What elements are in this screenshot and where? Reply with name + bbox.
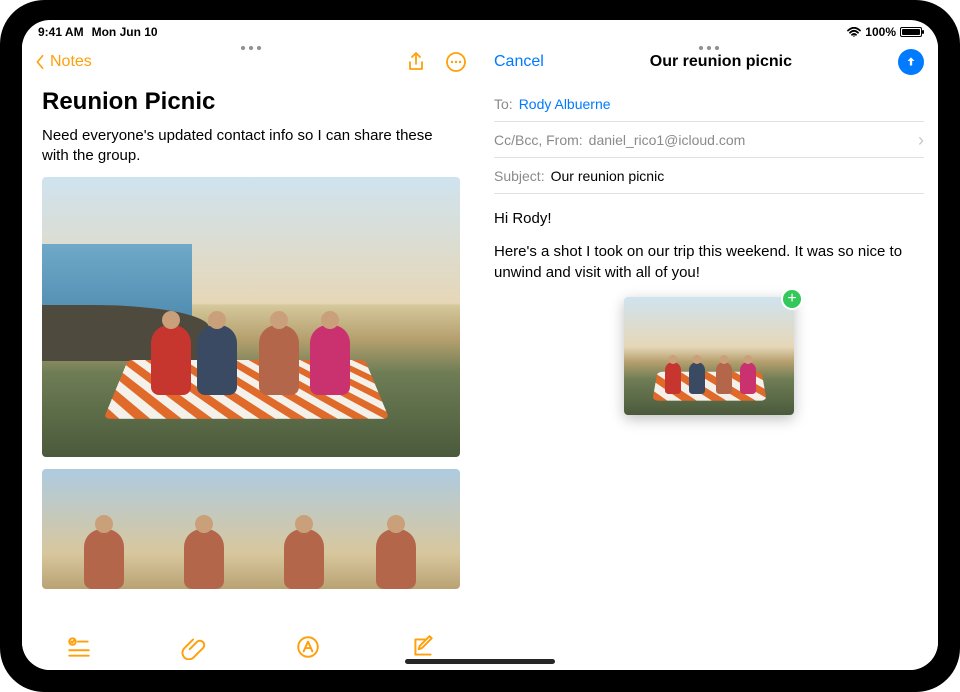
ipad-frame: 9:41 AM Mon Jun 10 100% Notes: [0, 0, 960, 692]
screen: 9:41 AM Mon Jun 10 100% Notes: [22, 20, 938, 670]
markup-icon: [295, 634, 321, 660]
status-bar: 9:41 AM Mon Jun 10 100%: [22, 20, 938, 42]
share-button[interactable]: [404, 50, 428, 74]
subject-value: Our reunion picnic: [551, 168, 665, 184]
checklist-button[interactable]: [66, 634, 92, 660]
more-button[interactable]: [444, 50, 468, 74]
to-field[interactable]: To: Rody Albuerne: [494, 86, 924, 122]
to-recipient[interactable]: Rody Albuerne: [519, 96, 611, 112]
checklist-icon: [66, 634, 92, 660]
subject-field[interactable]: Subject: Our reunion picnic: [494, 158, 924, 194]
cc-bcc-from-field[interactable]: Cc/Bcc, From: daniel_rico1@icloud.com ›: [494, 122, 924, 158]
multitask-control-left[interactable]: [236, 46, 266, 58]
chevron-left-icon: [34, 54, 46, 70]
attach-button[interactable]: [181, 634, 207, 660]
notes-app-pane: Notes Reunion Picnic Need everyone's upd…: [22, 42, 480, 670]
paperclip-icon: [181, 634, 207, 660]
dragged-photo-thumbnail[interactable]: +: [624, 297, 794, 415]
drop-add-badge: +: [781, 288, 803, 310]
subject-label: Subject:: [494, 168, 545, 184]
multitask-control-right[interactable]: [694, 46, 724, 58]
ellipsis-circle-icon: [444, 50, 468, 74]
to-label: To:: [494, 96, 513, 112]
mail-paragraph: Here's a shot I took on our trip this we…: [494, 241, 924, 283]
battery-percent: 100%: [865, 25, 896, 39]
split-view: Notes Reunion Picnic Need everyone's upd…: [22, 42, 938, 670]
note-attachment-photo-1[interactable]: [42, 177, 460, 457]
notes-content[interactable]: Reunion Picnic Need everyone's updated c…: [22, 82, 480, 626]
status-date: Mon Jun 10: [92, 25, 158, 39]
note-paragraph: Need everyone's updated contact info so …: [42, 126, 460, 167]
wifi-icon: [847, 27, 861, 37]
battery-icon: [900, 27, 922, 37]
cancel-button[interactable]: Cancel: [494, 53, 544, 71]
markup-button[interactable]: [295, 634, 321, 660]
plus-icon: +: [787, 291, 796, 307]
note-title: Reunion Picnic: [42, 88, 460, 116]
home-indicator[interactable]: [405, 659, 555, 664]
mail-header-fields: To: Rody Albuerne Cc/Bcc, From: daniel_r…: [480, 82, 938, 194]
share-icon: [404, 50, 428, 74]
cc-label: Cc/Bcc, From:: [494, 132, 583, 148]
mail-compose-pane: Cancel Our reunion picnic To: Rody Albue…: [480, 42, 938, 670]
notes-back-label: Notes: [50, 53, 92, 71]
mail-greeting: Hi Rody!: [494, 208, 924, 229]
status-time: 9:41 AM: [38, 25, 84, 39]
mail-body-editor[interactable]: Hi Rody! Here's a shot I took on our tri…: [480, 194, 938, 429]
notes-back-button[interactable]: Notes: [34, 53, 92, 71]
from-address: daniel_rico1@icloud.com: [589, 132, 746, 148]
arrow-up-icon: [904, 55, 918, 69]
add-contact-button[interactable]: ›: [918, 131, 924, 149]
compose-icon: [410, 634, 436, 660]
compose-button[interactable]: [410, 634, 436, 660]
send-button[interactable]: [898, 49, 924, 75]
note-attachment-photo-2[interactable]: [42, 469, 460, 589]
